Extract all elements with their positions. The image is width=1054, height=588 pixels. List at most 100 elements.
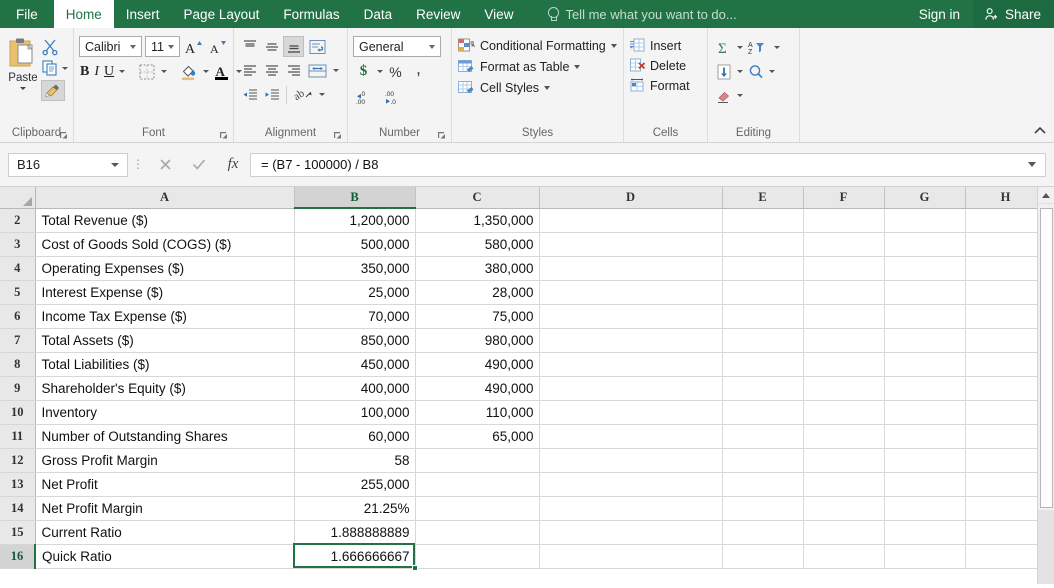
cell-D5[interactable] [539,280,722,304]
comma-style-button[interactable]: , [408,61,429,82]
cell-H12[interactable] [965,448,1046,472]
row-header-14[interactable]: 14 [0,496,35,520]
cell-E5[interactable] [722,280,803,304]
cell-D9[interactable] [539,376,722,400]
shrink-font-button[interactable]: A [207,36,228,57]
cell-H15[interactable] [965,520,1046,544]
cell-F13[interactable] [803,472,884,496]
cell-F5[interactable] [803,280,884,304]
autosum-button[interactable]: Σ [713,37,734,58]
cell-B3[interactable]: 500,000 [294,232,415,256]
cell-E9[interactable] [722,376,803,400]
cell-F8[interactable] [803,352,884,376]
cell-B4[interactable]: 350,000 [294,256,415,280]
cell-D7[interactable] [539,328,722,352]
row-header-6[interactable]: 6 [0,304,35,328]
cell-E14[interactable] [722,496,803,520]
row-header-8[interactable]: 8 [0,352,35,376]
cell-H14[interactable] [965,496,1046,520]
number-format-combo[interactable]: General [353,36,441,57]
tab-data[interactable]: Data [352,0,405,28]
cell-B10[interactable]: 100,000 [294,400,415,424]
cell-G12[interactable] [884,448,965,472]
tab-page-layout[interactable]: Page Layout [172,0,272,28]
align-left-button[interactable] [239,60,260,81]
cell-F7[interactable] [803,328,884,352]
cell-G5[interactable] [884,280,965,304]
font-name-combo[interactable]: Calibri [79,36,142,57]
cell-H2[interactable] [965,208,1046,232]
name-box[interactable]: B16 [8,153,128,177]
number-dialog-launcher-icon[interactable] [437,131,446,140]
insert-function-button[interactable]: fx [216,153,250,177]
cell-A6[interactable]: Income Tax Expense ($) [35,304,294,328]
cell-G15[interactable] [884,520,965,544]
cell-A16[interactable]: Quick Ratio [35,544,294,568]
cell-C7[interactable]: 980,000 [415,328,539,352]
row-header-9[interactable]: 9 [0,376,35,400]
cell-G4[interactable] [884,256,965,280]
cell-G11[interactable] [884,424,965,448]
fill-dropdown-caret-icon[interactable] [737,70,743,73]
cell-A10[interactable]: Inventory [35,400,294,424]
row-header-7[interactable]: 7 [0,328,35,352]
cell-H4[interactable] [965,256,1046,280]
clear-button[interactable] [713,85,734,106]
cell-D14[interactable] [539,496,722,520]
align-right-button[interactable] [283,60,304,81]
row-header-10[interactable]: 10 [0,400,35,424]
cell-D10[interactable] [539,400,722,424]
cell-G3[interactable] [884,232,965,256]
cell-C9[interactable]: 490,000 [415,376,539,400]
cell-C6[interactable]: 75,000 [415,304,539,328]
cell-H9[interactable] [965,376,1046,400]
merge-and-center-button[interactable] [305,60,331,81]
paste-button[interactable]: Paste [5,35,41,101]
cell-B8[interactable]: 450,000 [294,352,415,376]
vertical-scroll-track[interactable] [1038,510,1054,584]
copy-button[interactable] [41,59,68,77]
italic-button[interactable]: I [93,61,100,82]
format-as-table-caret-icon[interactable] [574,65,580,69]
cell-E8[interactable] [722,352,803,376]
cell-F6[interactable] [803,304,884,328]
cell-F15[interactable] [803,520,884,544]
sort-filter-dropdown-caret-icon[interactable] [774,46,780,49]
scroll-up-button[interactable] [1038,187,1054,204]
tell-me-search[interactable]: Tell me what you want to do... [547,0,736,28]
vertical-scroll-thumb[interactable] [1040,208,1053,508]
cell-C5[interactable]: 28,000 [415,280,539,304]
tab-file[interactable]: File [0,0,54,28]
cell-C14[interactable] [415,496,539,520]
cell-styles-button[interactable]: Cell Styles [457,79,617,97]
format-painter-button[interactable] [41,80,65,101]
cell-B14[interactable]: 21.25% [294,496,415,520]
cell-B2[interactable]: 1,200,000 [294,208,415,232]
formula-input[interactable]: = (B7 - 100000) / B8 [250,153,1046,177]
borders-button[interactable] [137,61,157,82]
cell-A11[interactable]: Number of Outstanding Shares [35,424,294,448]
row-header-12[interactable]: 12 [0,448,35,472]
cell-A14[interactable]: Net Profit Margin [35,496,294,520]
accounting-format-button[interactable]: $ [353,61,374,82]
cell-E11[interactable] [722,424,803,448]
cell-H16[interactable] [965,544,1046,568]
cell-D8[interactable] [539,352,722,376]
cell-H13[interactable] [965,472,1046,496]
cell-H6[interactable] [965,304,1046,328]
autosum-dropdown-caret-icon[interactable] [737,46,743,49]
font-color-button[interactable]: A [212,61,232,82]
align-middle-button[interactable] [261,36,282,57]
sort-and-filter-button[interactable]: A Z [745,37,771,58]
delete-cells-button[interactable]: Delete [629,57,694,74]
vertical-scrollbar[interactable] [1037,187,1054,584]
orientation-dropdown-caret-icon[interactable] [319,93,325,96]
column-header-d[interactable]: D [539,187,722,208]
cell-G2[interactable] [884,208,965,232]
percent-style-button[interactable]: % [385,61,406,82]
cell-H7[interactable] [965,328,1046,352]
accounting-dropdown-caret-icon[interactable] [377,70,383,73]
font-size-combo[interactable]: 11 [145,36,180,57]
cell-B15[interactable]: 1.888888889 [294,520,415,544]
column-header-h[interactable]: H [965,187,1046,208]
